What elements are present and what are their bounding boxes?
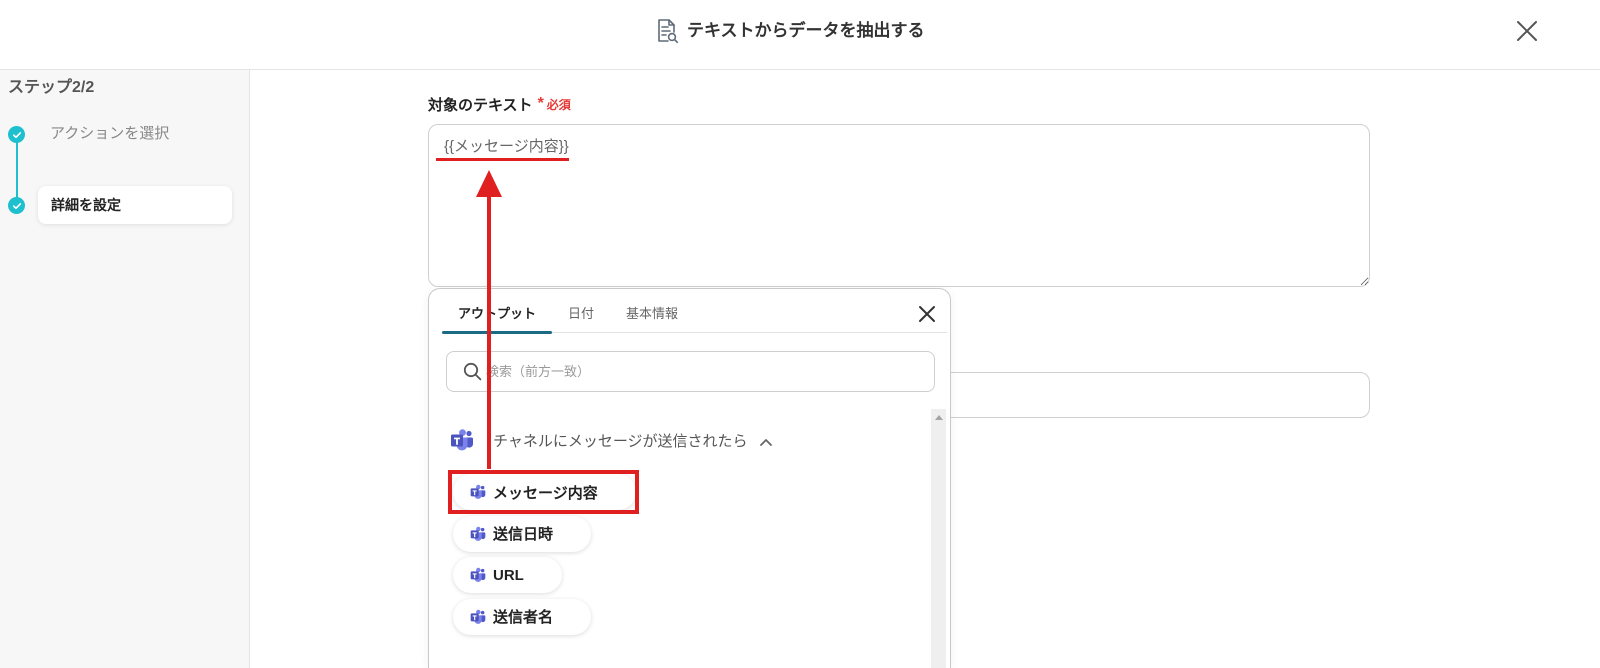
output-item-sender-name[interactable]: 送信者名 <box>453 598 592 635</box>
tab-basic-info[interactable]: 基本情報 <box>610 289 694 333</box>
output-items: メッセージ内容 送信日時 URL 送信者名 <box>453 474 636 635</box>
output-group-label: チャネルにメッセージが送信されたら <box>493 432 748 450</box>
target-text-label: 対象のテキスト * 必須 <box>428 94 571 114</box>
microsoft-teams-icon <box>450 428 474 452</box>
close-icon <box>1516 20 1538 42</box>
microsoft-teams-icon <box>470 526 486 542</box>
microsoft-teams-icon <box>470 609 486 625</box>
output-picker-popover: アウトプット 日付 基本情報 検索（前方一致） チャネルにメッセージが送信された… <box>428 288 951 668</box>
step-item-configure-details[interactable]: 詳細を設定 <box>38 186 232 224</box>
output-item-label: 送信日時 <box>493 526 554 543</box>
step-sidebar: ステップ2/2 アクションを選択 詳細を設定 <box>0 70 250 668</box>
microsoft-teams-icon <box>470 567 486 583</box>
required-badge: 必須 <box>546 97 571 112</box>
search-input[interactable] <box>447 352 934 391</box>
output-item-message-content[interactable]: メッセージ内容 <box>453 474 636 510</box>
output-item-label: メッセージ内容 <box>493 484 598 502</box>
check-circle-icon <box>8 126 25 143</box>
required-asterisk: * <box>537 95 544 112</box>
scrollbar[interactable] <box>931 409 946 668</box>
output-group-header[interactable]: チャネルにメッセージが送信されたら <box>450 428 772 452</box>
output-item-label: 送信者名 <box>493 609 554 626</box>
tab-date[interactable]: 日付 <box>552 289 610 333</box>
close-icon <box>918 305 936 323</box>
close-modal-button[interactable] <box>1516 20 1538 42</box>
tab-output[interactable]: アウトプット <box>442 289 553 334</box>
close-picker-button[interactable] <box>918 305 936 323</box>
step-connector <box>15 142 18 198</box>
step-item-select-action[interactable]: アクションを選択 <box>50 124 169 144</box>
output-item-sent-datetime[interactable]: 送信日時 <box>453 515 592 552</box>
field-label-text: 対象のテキスト <box>428 96 533 114</box>
step-item-label: 詳細を設定 <box>51 197 121 213</box>
scroll-up-arrow-icon[interactable] <box>934 415 943 420</box>
modal-title: テキストからデータを抽出する <box>655 18 925 44</box>
search-box <box>446 351 935 392</box>
target-text-input[interactable]: {{メッセージ内容}} <box>428 124 1370 287</box>
microsoft-teams-icon <box>470 484 486 500</box>
modal-header: テキストからデータを抽出する <box>0 0 1600 70</box>
output-item-url[interactable]: URL <box>453 557 562 593</box>
output-list: チャネルにメッセージが送信されたら メッセージ内容 送信日時 URL 送信者名 <box>429 409 950 668</box>
picker-tabs: アウトプット 日付 基本情報 <box>442 289 947 334</box>
document-search-icon <box>655 18 679 44</box>
output-item-label: URL <box>493 566 524 584</box>
check-circle-icon <box>8 197 25 214</box>
step-counter: ステップ2/2 <box>8 79 95 96</box>
modal-title-text: テキストからデータを抽出する <box>687 21 925 40</box>
chevron-up-icon <box>759 438 772 446</box>
